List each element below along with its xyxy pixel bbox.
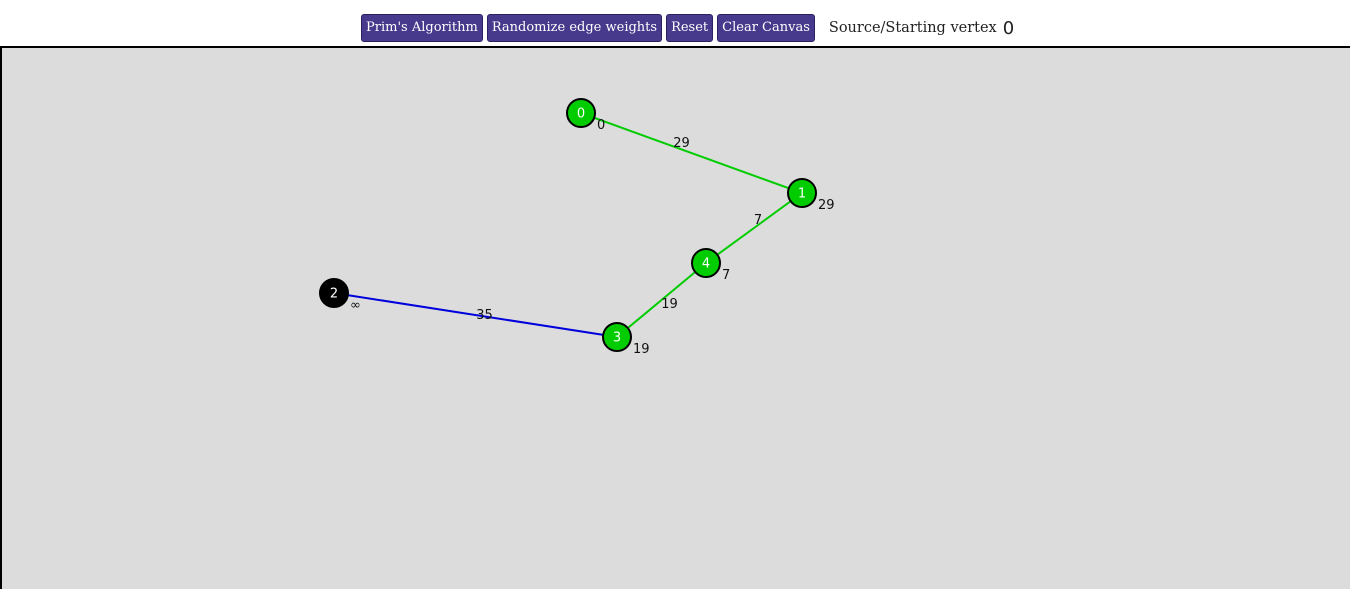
vertex-distance-label: 0 [597, 118, 605, 133]
vertex-distance-label: ∞ [350, 298, 361, 313]
edge-1-4[interactable] [705, 192, 803, 264]
vertex-distance-label: 7 [722, 268, 730, 283]
vertex-id-label: 0 [577, 107, 585, 122]
edge-weight-label: 19 [661, 297, 678, 312]
source-vertex-value[interactable]: 0 [1003, 18, 1014, 39]
vertices-layer: 001292∞31947 [319, 98, 835, 357]
edge-weight-label: 29 [673, 136, 690, 151]
graph-canvas[interactable]: 29 7 19 35 0 0 1 29 2 ∞ 3 19 4 7 [0, 46, 1350, 589]
vertex-id-label: 3 [613, 331, 621, 346]
vertex-1[interactable]: 1 29 [787, 178, 835, 213]
vertex-distance-label: 29 [818, 198, 835, 213]
vertex-id-label: 2 [330, 287, 338, 302]
randomize-edge-weights-button[interactable]: Randomize edge weights [486, 14, 663, 42]
edge-weight-label: 7 [754, 213, 762, 228]
source-vertex-label: Source/Starting vertex [828, 20, 997, 36]
toolbar: Prim's Algorithm Randomize edge weights … [361, 14, 1014, 42]
header: Prim's Algorithm Randomize edge weights … [0, 0, 1350, 46]
vertex-id-label: 1 [798, 187, 806, 202]
vertex-0[interactable]: 00 [566, 98, 605, 133]
vertex-id-label: 4 [702, 257, 710, 272]
edge-weight-label: 35 [476, 308, 493, 323]
vertex-4[interactable]: 47 [691, 248, 730, 283]
graph-svg[interactable]: 2971935001292∞31947 [0, 46, 1350, 591]
clear-canvas-button[interactable]: Clear Canvas [717, 14, 815, 42]
reset-button[interactable]: Reset [666, 14, 714, 42]
edges-layer: 29 7 19 35 [333, 112, 803, 338]
edge-0-1[interactable] [580, 112, 803, 194]
prims-algorithm-button[interactable]: Prim's Algorithm [361, 14, 483, 42]
vertex-distance-label: 19 [633, 342, 650, 357]
vertex-3[interactable]: 3 19 [602, 322, 650, 357]
